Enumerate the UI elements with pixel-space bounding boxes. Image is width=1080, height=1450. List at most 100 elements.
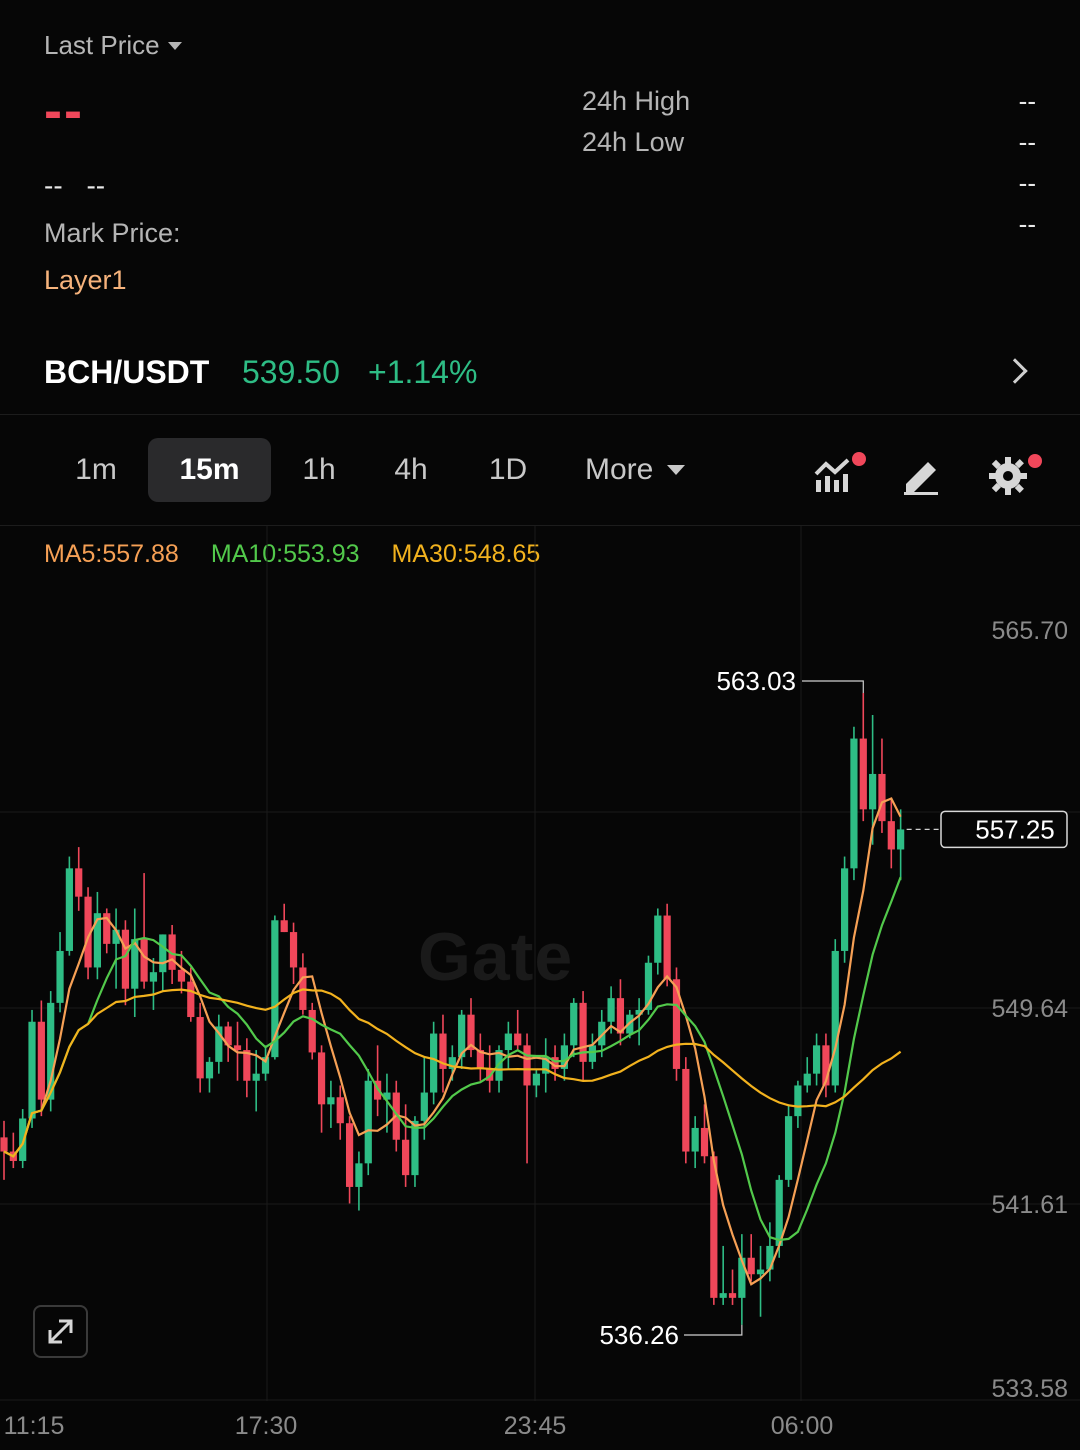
caret-down-icon	[167, 41, 182, 50]
candle-body	[402, 1139, 410, 1176]
max-price-label: 563.03	[716, 666, 796, 696]
timeframe-1h[interactable]: 1h	[285, 438, 353, 502]
candle-body	[37, 1021, 45, 1100]
y-axis-tick-label: 541.61	[992, 1191, 1068, 1219]
candle-body	[121, 929, 130, 989]
candle-body	[280, 920, 288, 933]
candle-body	[588, 1045, 597, 1062]
candle-body	[887, 821, 895, 850]
candle-body	[794, 1085, 802, 1117]
candle-body	[65, 868, 73, 951]
timeframe-1d[interactable]: 1D	[472, 438, 544, 502]
chevron-right-icon[interactable]	[1002, 358, 1028, 384]
last-price-dropdown[interactable]: Last Price	[44, 30, 182, 61]
x-axis-tick-label: 11:15	[4, 1412, 65, 1440]
last-price-value: --	[44, 81, 84, 141]
candle-body	[523, 1045, 531, 1086]
candle-body	[766, 1245, 774, 1270]
candle-body	[654, 915, 662, 963]
gear-icon[interactable]	[986, 450, 1042, 496]
candle-body	[700, 1127, 709, 1157]
timeframe-more-button[interactable]: More	[585, 438, 686, 502]
candle-body	[336, 1097, 344, 1124]
last-price-label: Last Price	[44, 30, 160, 60]
candle-body	[850, 738, 858, 869]
candle-body	[327, 1097, 335, 1105]
expand-icon	[48, 1319, 73, 1344]
timeframe-1m[interactable]: 1m	[58, 438, 134, 502]
x-axis-tick-label: 06:00	[771, 1412, 834, 1440]
y-axis-tick-label: 565.70	[992, 617, 1068, 645]
stat-low-label: 24h Low	[582, 127, 685, 157]
price-change-percent: --	[86, 170, 106, 201]
stat-value-4: --	[1018, 209, 1036, 239]
pair-change: +1.14%	[368, 354, 478, 390]
stat-high-value: --	[1018, 86, 1036, 116]
candle-body	[0, 1137, 8, 1152]
timeframe-more-label: More	[585, 453, 654, 486]
candle-body	[177, 969, 186, 982]
category-tag[interactable]: Layer1	[44, 265, 127, 296]
max-price-leader	[802, 680, 864, 694]
indicator-alert-dot	[852, 452, 866, 466]
candle-body	[869, 773, 877, 810]
candle-body	[784, 1116, 793, 1180]
min-price-label: 536.26	[599, 1320, 679, 1350]
stat-high-label: 24h High	[582, 86, 691, 116]
stat-value-3: --	[1018, 168, 1036, 198]
timeframe-toolbar: 1m 15m 1h 4h 1D More	[0, 420, 1080, 526]
min-price-leader	[684, 1324, 743, 1336]
candle-body	[738, 1257, 746, 1298]
candle-body	[252, 1073, 260, 1081]
candle-body	[897, 829, 905, 850]
x-axis-tick-label: 17:30	[235, 1412, 298, 1440]
candle-body	[663, 915, 671, 980]
pair-symbol: BCH/USDT	[44, 354, 210, 390]
candle-body	[196, 1017, 204, 1079]
candle-body	[831, 950, 839, 1086]
current-price-label: 557.25	[975, 814, 1055, 844]
settings-alert-dot	[1028, 454, 1042, 468]
candle-body	[514, 1033, 522, 1046]
pencil-icon[interactable]	[898, 450, 944, 496]
candle-body	[317, 1052, 326, 1105]
candle-body	[140, 939, 148, 982]
timeframe-15m[interactable]: 15m	[148, 438, 271, 502]
candle-body	[728, 1293, 737, 1298]
candle-body	[841, 868, 849, 951]
pair-selector-row[interactable]: BCH/USDT 539.50 +1.14%	[0, 340, 1080, 415]
candle-body	[187, 981, 195, 1018]
candle-body	[364, 1080, 372, 1164]
candle-body	[570, 1002, 578, 1046]
price-change-amount: --	[44, 170, 63, 201]
candle-body	[75, 868, 83, 897]
candle-body	[205, 1061, 214, 1079]
candle-body	[159, 934, 167, 973]
candle-body	[149, 972, 158, 982]
candle-body	[345, 1123, 354, 1187]
price-change-row: -- --	[44, 170, 105, 202]
pair-price: 539.50	[242, 354, 340, 390]
candle-body	[289, 932, 298, 968]
fullscreen-button[interactable]	[33, 1305, 88, 1358]
candle-body	[19, 1118, 27, 1161]
candle-body	[308, 1009, 316, 1053]
candle-body	[430, 1033, 438, 1093]
y-axis-tick-label: 549.64	[992, 995, 1069, 1023]
candle-body	[878, 773, 886, 822]
timeframe-4h[interactable]: 4h	[375, 438, 447, 502]
mark-price-label: Mark Price:	[44, 218, 181, 248]
candle-body	[756, 1269, 765, 1275]
candle-body	[355, 1163, 363, 1187]
caret-down-icon	[667, 465, 686, 475]
candle-body	[532, 1073, 540, 1086]
indicator-chart-icon[interactable]	[812, 450, 866, 496]
candle-body	[747, 1257, 755, 1275]
candlestick-chart[interactable]: 565.70 549.64 541.61 533.58 11:15 17:30 23:45 0…	[0, 526, 1080, 1450]
candle-body	[504, 1033, 512, 1051]
candle-body	[420, 1092, 428, 1121]
candle-body	[691, 1127, 699, 1152]
candle-body	[859, 738, 867, 810]
candle-body	[719, 1293, 727, 1298]
y-axis-tick-label: 533.58	[992, 1375, 1068, 1403]
